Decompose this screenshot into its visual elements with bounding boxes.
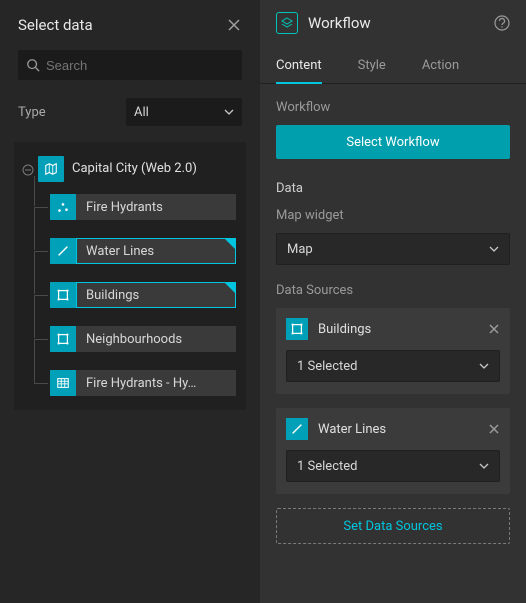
- layer-row[interactable]: Fire Hydrants: [50, 194, 236, 220]
- layer-row[interactable]: Buildings: [50, 282, 236, 308]
- select-data-title: Select data: [18, 16, 93, 34]
- tab-content[interactable]: Content: [276, 50, 322, 83]
- data-source-name: Water Lines: [318, 422, 488, 437]
- data-tree: Capital City (Web 2.0) Fire Hydrants Wate…: [14, 142, 246, 410]
- type-select[interactable]: All: [126, 98, 242, 126]
- data-source-header: Buildings: [286, 318, 500, 340]
- type-filter-row: Type All: [0, 90, 260, 138]
- close-icon[interactable]: [488, 323, 500, 335]
- data-source-selected-value: 1 Selected: [297, 459, 357, 474]
- type-label: Type: [18, 105, 126, 120]
- tabs: Content Style Action: [260, 50, 526, 84]
- chevron-down-icon: [479, 461, 489, 471]
- data-source-name: Buildings: [318, 322, 488, 337]
- search-input-wrap[interactable]: [18, 50, 242, 80]
- layer-label[interactable]: Fire Hydrants: [76, 194, 236, 220]
- layer-row[interactable]: Fire Hydrants - Hy…: [50, 370, 236, 396]
- layer-label[interactable]: Water Lines: [76, 238, 236, 264]
- map-widget-label: Map widget: [276, 208, 510, 223]
- tree-root-label[interactable]: Capital City (Web 2.0): [72, 156, 197, 182]
- chevron-down-icon: [479, 361, 489, 371]
- map-widget-value: Map: [287, 242, 313, 257]
- workflow-icon: [276, 12, 298, 34]
- layer-row[interactable]: Neighbourhoods: [50, 326, 236, 352]
- type-select-value: All: [134, 105, 149, 120]
- select-data-header: Select data: [0, 0, 260, 44]
- select-data-panel: Select data Type All Capital City (Web 2…: [0, 0, 260, 603]
- tab-action[interactable]: Action: [422, 50, 459, 83]
- data-section-label: Data: [276, 181, 510, 196]
- workflow-header: Workflow: [260, 0, 526, 42]
- line-icon: [50, 238, 76, 264]
- tree-root-row: Capital City (Web 2.0): [20, 156, 236, 182]
- select-workflow-button[interactable]: Select Workflow: [276, 125, 510, 159]
- layer-label[interactable]: Fire Hydrants - Hy…: [76, 370, 236, 396]
- data-source-select[interactable]: 1 Selected: [286, 450, 500, 482]
- search-input[interactable]: [46, 58, 234, 73]
- search-icon: [26, 58, 40, 72]
- layer-label[interactable]: Buildings: [76, 282, 236, 308]
- layer-row[interactable]: Water Lines: [50, 238, 236, 264]
- chevron-down-icon: [489, 244, 499, 254]
- tab-style[interactable]: Style: [358, 50, 386, 83]
- data-source-header: Water Lines: [286, 418, 500, 440]
- layer-label[interactable]: Neighbourhoods: [76, 326, 236, 352]
- data-sources-list: Buildings 1 Selected Water Lines 1 Selected: [276, 308, 510, 494]
- chevron-down-icon: [224, 107, 234, 117]
- polygon-icon: [286, 318, 308, 340]
- table-icon: [50, 370, 76, 396]
- polygon-icon: [50, 282, 76, 308]
- tree-children: Fire Hydrants Water Lines Buildings Neighbo…: [50, 194, 236, 396]
- data-sources-label: Data Sources: [276, 283, 510, 298]
- close-icon[interactable]: [226, 17, 242, 33]
- map-icon: [38, 156, 64, 182]
- data-source-selected-value: 1 Selected: [297, 359, 357, 374]
- data-source-select[interactable]: 1 Selected: [286, 350, 500, 382]
- data-source-card: Water Lines 1 Selected: [276, 408, 510, 494]
- set-data-sources-button[interactable]: Set Data Sources: [276, 508, 510, 544]
- workflow-section-label: Workflow: [276, 100, 510, 115]
- help-icon[interactable]: [494, 15, 510, 31]
- point-icon: [50, 194, 76, 220]
- line-icon: [286, 418, 308, 440]
- workflow-title: Workflow: [308, 14, 494, 32]
- workflow-panel: Workflow Content Style Action Workflow Sel…: [260, 0, 526, 603]
- polygon-icon: [50, 326, 76, 352]
- close-icon[interactable]: [488, 423, 500, 435]
- workflow-body: Workflow Select Workflow Data Map widget…: [260, 84, 526, 603]
- map-widget-select[interactable]: Map: [276, 233, 510, 265]
- data-source-card: Buildings 1 Selected: [276, 308, 510, 394]
